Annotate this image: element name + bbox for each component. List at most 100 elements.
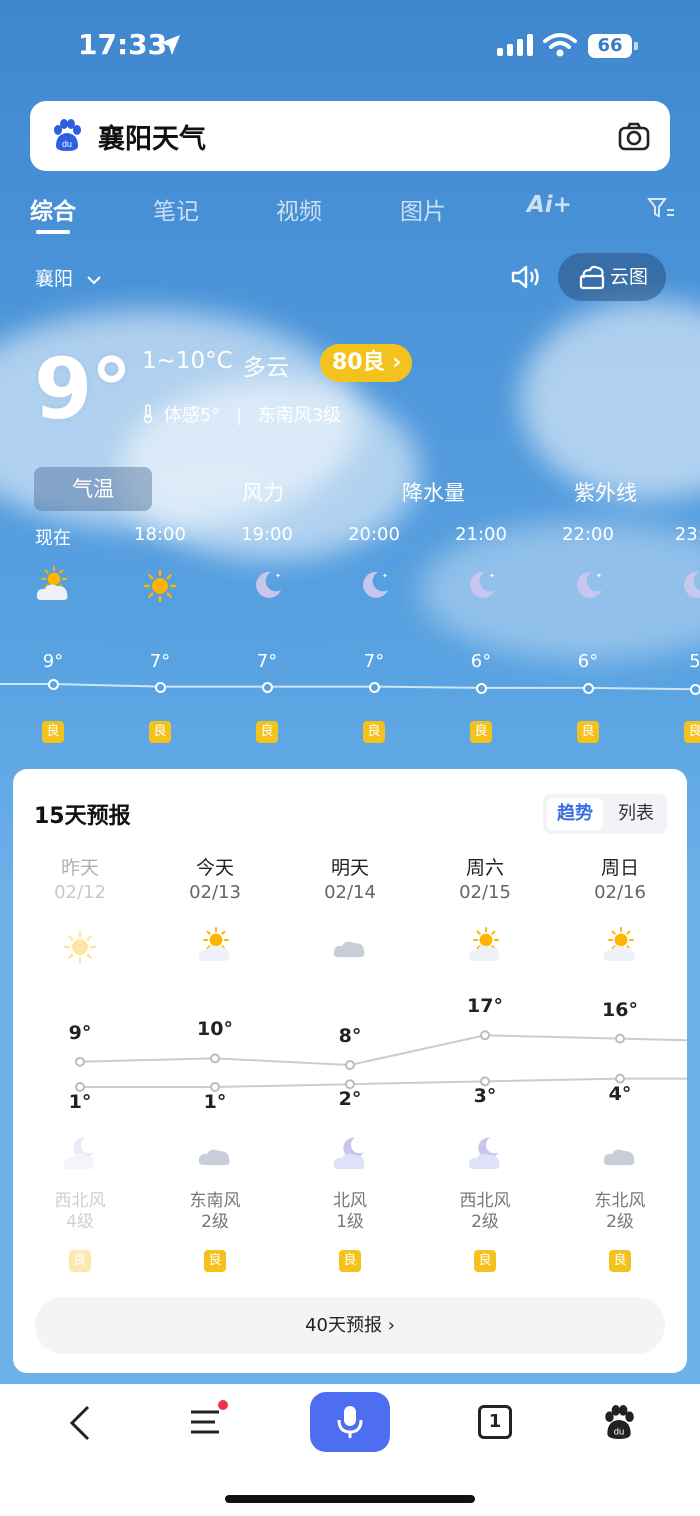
day-aq-badge: 良 bbox=[560, 1249, 680, 1272]
moon-icon: ✦ bbox=[363, 571, 388, 598]
back-icon[interactable] bbox=[66, 1404, 94, 1442]
partly-cloudy-icon bbox=[603, 927, 635, 961]
status-time: 17:33 bbox=[78, 28, 168, 61]
hour-aq-badge: 良 bbox=[684, 721, 700, 743]
wind-level: 2级 bbox=[606, 1212, 634, 1232]
hour-temp-dot bbox=[48, 679, 59, 690]
hour-temp-dot bbox=[690, 684, 700, 696]
moon-icon: ✦ bbox=[684, 571, 700, 598]
day-name: 明天 bbox=[330, 857, 369, 879]
wind-direction: 东南风 bbox=[189, 1191, 241, 1211]
temp-dot bbox=[210, 1053, 220, 1064]
hour-temp-dot bbox=[369, 681, 380, 693]
hour-icon: ✦ bbox=[227, 566, 307, 610]
battery-tip bbox=[634, 42, 638, 50]
tabs-count-button[interactable]: 1 bbox=[478, 1405, 512, 1439]
tab-notes[interactable]: 笔记 bbox=[153, 192, 199, 226]
aqi-badge[interactable]: 80良 › bbox=[320, 344, 412, 382]
search-tabs: 综合 笔记 视频 图片 Ai+ bbox=[0, 190, 700, 240]
hour-icon: ✦ bbox=[334, 566, 414, 610]
baidu-home-icon[interactable]: du bbox=[601, 1404, 637, 1440]
moon-cloud-icon: ✦ bbox=[468, 1138, 500, 1169]
day-weather-icon bbox=[560, 927, 680, 967]
hour-icon bbox=[120, 566, 200, 610]
wind-direction: 西北风 bbox=[459, 1191, 511, 1211]
filter-icon[interactable] bbox=[647, 196, 675, 220]
day-date: 02/14 bbox=[324, 882, 376, 903]
aq-label: 良 bbox=[609, 1250, 631, 1272]
tab-images[interactable]: 图片 bbox=[400, 192, 446, 226]
hour-temp: 7° bbox=[363, 651, 385, 672]
baidu-logo-icon: du bbox=[54, 119, 81, 151]
hour-temp-dot bbox=[262, 681, 273, 693]
metric-tab-wind[interactable]: 风力 bbox=[242, 477, 284, 507]
metric-tab-temperature[interactable]: 气温 bbox=[34, 467, 152, 511]
partly-cloudy-icon bbox=[198, 927, 230, 961]
aq-label: 良 bbox=[204, 1250, 226, 1272]
aq-label: 良 bbox=[474, 1250, 496, 1272]
hour-temp: 6° bbox=[470, 651, 492, 672]
wind-level: 4级 bbox=[66, 1212, 94, 1232]
svg-text:✦: ✦ bbox=[382, 572, 388, 580]
day-weather-icon bbox=[155, 927, 275, 967]
tab-videos[interactable]: 视频 bbox=[276, 192, 322, 226]
svg-text:✦: ✦ bbox=[358, 1138, 363, 1145]
tab-all[interactable]: 综合 bbox=[30, 192, 76, 226]
hour-aq-badge: 良 bbox=[577, 721, 599, 743]
voice-search-button[interactable] bbox=[310, 1392, 390, 1452]
forty-day-forecast-button[interactable]: 40天预报 › bbox=[35, 1297, 665, 1354]
hour-temp-dot bbox=[476, 682, 487, 694]
svg-text:✦: ✦ bbox=[489, 572, 495, 580]
search-bar[interactable]: du 襄阳天气 bbox=[30, 101, 670, 171]
hour-time: 21:00 bbox=[455, 524, 507, 545]
metric-tab-precipitation[interactable]: 降水量 bbox=[402, 477, 465, 507]
day-high-temp: 10° bbox=[197, 1018, 233, 1041]
moon-icon: ✦ bbox=[577, 571, 602, 598]
night-weather-icon bbox=[560, 1135, 680, 1175]
city-selector[interactable]: 襄阳 bbox=[35, 264, 101, 291]
wind-direction: 西北风 bbox=[54, 1191, 106, 1211]
svg-text:✦: ✦ bbox=[275, 572, 281, 580]
wind-info: 东南风3级 bbox=[257, 405, 342, 426]
moon-cloud-icon: ✦ bbox=[63, 1138, 95, 1169]
tab-ai[interactable]: Ai+ bbox=[527, 192, 572, 218]
svg-text:✦: ✦ bbox=[493, 1138, 498, 1145]
day-high-temp: 16° bbox=[602, 998, 638, 1021]
feels-like-row: 体感5° | 东南风3级 bbox=[142, 401, 341, 427]
cloud-map-button[interactable]: 云图 bbox=[558, 253, 666, 301]
day-name: 周六 bbox=[465, 857, 504, 879]
day-aq-badge: 良 bbox=[290, 1249, 410, 1272]
day-wind: 西北风 4级 bbox=[20, 1191, 140, 1233]
aq-label: 良 bbox=[339, 1250, 361, 1272]
day-high-temp: 8° bbox=[338, 1025, 362, 1047]
cloud-map-icon bbox=[579, 265, 605, 290]
hour-aq-badge: 良 bbox=[470, 721, 492, 743]
search-query[interactable]: 襄阳天气 bbox=[98, 117, 206, 156]
menu-icon[interactable] bbox=[188, 1400, 232, 1440]
temperature-range: 1~10°C bbox=[142, 348, 233, 374]
day-weather-icon bbox=[20, 927, 140, 967]
sun-icon bbox=[63, 930, 97, 964]
temp-dot bbox=[75, 1056, 85, 1067]
bottom-nav: 1 du bbox=[0, 1384, 700, 1516]
day-wind: 西北风 2级 bbox=[425, 1191, 545, 1233]
temp-dot bbox=[345, 1060, 355, 1070]
status-bar: 17:33 66 bbox=[0, 0, 700, 92]
cloud-icon bbox=[198, 1149, 230, 1165]
moon-cloud-icon: ✦ bbox=[333, 1138, 365, 1169]
hour-time: 19:00 bbox=[241, 524, 293, 545]
hour-aq-badge: 良 bbox=[363, 721, 385, 743]
speaker-icon[interactable] bbox=[510, 263, 542, 291]
hour-temp: 5 bbox=[689, 651, 700, 672]
active-tab-indicator bbox=[36, 230, 70, 234]
camera-icon[interactable] bbox=[618, 121, 650, 151]
hour-temp-dot bbox=[583, 682, 594, 694]
cloud-icon bbox=[333, 941, 365, 957]
metric-tab-uv[interactable]: 紫外线 bbox=[574, 477, 637, 507]
hour-time: 22:00 bbox=[562, 524, 614, 545]
cloud-icon bbox=[603, 1149, 635, 1165]
hour-time: 23:0 bbox=[674, 524, 700, 545]
day-weather-icon bbox=[425, 927, 545, 967]
day-low-temp: 3° bbox=[473, 1085, 497, 1108]
wind-level: 2级 bbox=[201, 1212, 229, 1232]
